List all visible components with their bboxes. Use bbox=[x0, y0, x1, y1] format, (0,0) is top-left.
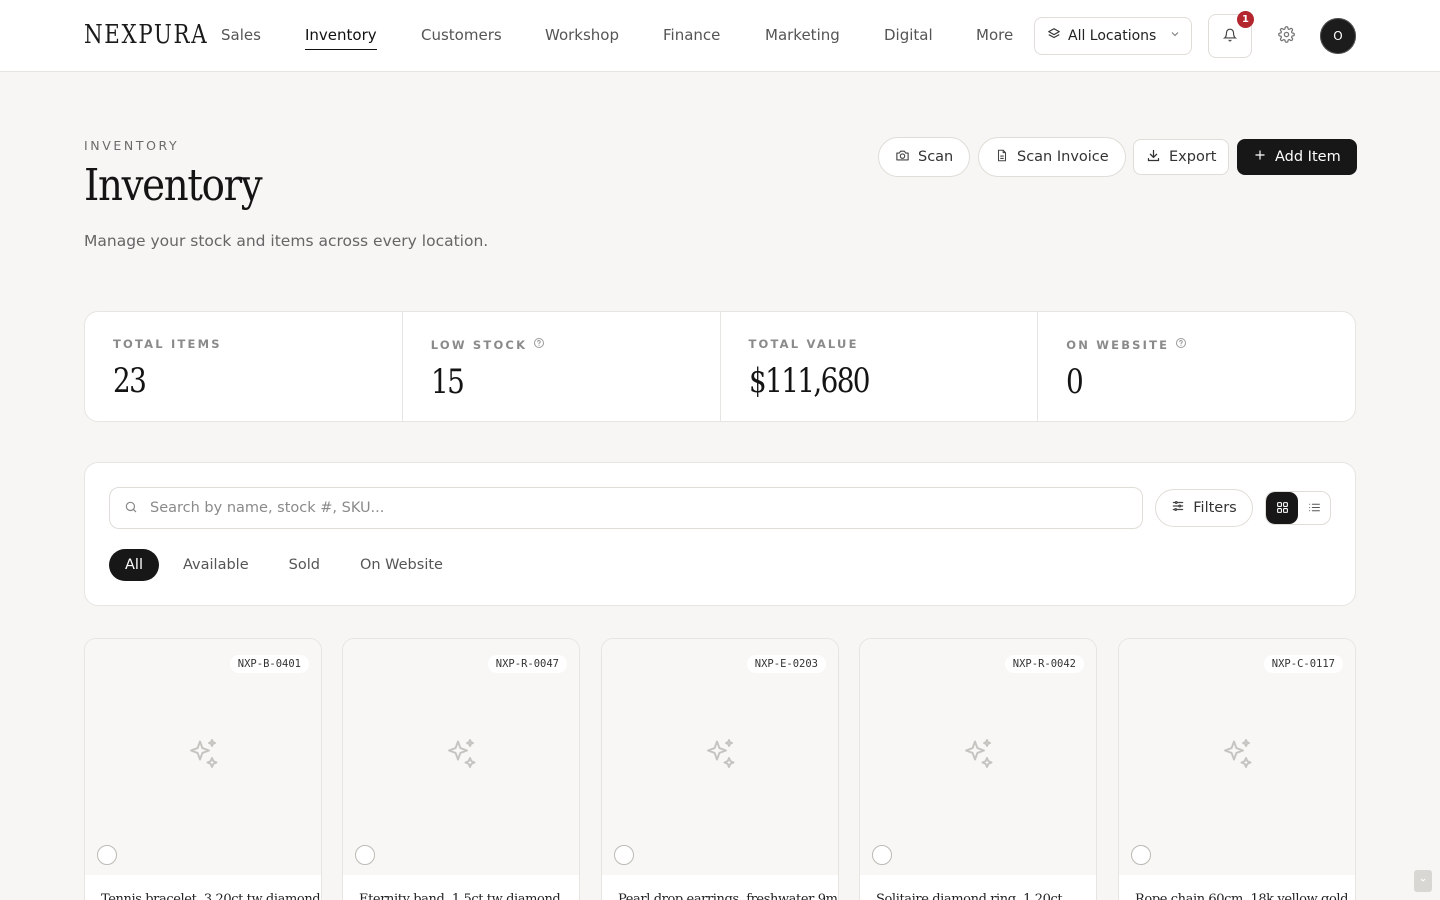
chip-all[interactable]: All bbox=[109, 549, 159, 581]
item-sku: NXP-C-0117 bbox=[1263, 655, 1343, 673]
stat-on-website: ON WEBSITE 0 bbox=[1038, 312, 1355, 421]
sparkles-icon bbox=[185, 737, 221, 777]
scroll-corner-widget[interactable] bbox=[1414, 870, 1432, 892]
scan-invoice-button-label: Scan Invoice bbox=[1017, 149, 1109, 165]
stat-value: 23 bbox=[113, 361, 147, 401]
item-name: Solitaire diamond ring, 1.20ct bbox=[876, 892, 1063, 900]
filters-button-label: Filters bbox=[1193, 500, 1237, 516]
nav-link-customers[interactable]: Customers bbox=[421, 26, 502, 44]
layers-icon bbox=[1047, 27, 1061, 45]
select-checkbox[interactable] bbox=[1131, 845, 1151, 865]
nav-link-finance[interactable]: Finance bbox=[663, 26, 720, 44]
plus-icon bbox=[1253, 148, 1267, 166]
item-card[interactable]: NXP-C-0117 Rope chain 60cm, 18k yellow g… bbox=[1118, 638, 1356, 900]
item-card[interactable]: NXP-B-0401 Tennis bracelet, 3.20ct tw di… bbox=[84, 638, 322, 900]
stat-value: 0 bbox=[1066, 362, 1084, 402]
select-checkbox[interactable] bbox=[614, 845, 634, 865]
chip-available[interactable]: Available bbox=[167, 549, 265, 581]
stats-panel: TOTAL ITEMS 23 LOW STOCK 15 TOTAL VALUE … bbox=[84, 311, 1356, 422]
download-icon bbox=[1146, 148, 1161, 167]
nav-link-sales[interactable]: Sales bbox=[221, 26, 261, 44]
sparkles-icon bbox=[1219, 737, 1255, 777]
nav-link-workshop[interactable]: Workshop bbox=[545, 26, 619, 44]
stat-label: TOTAL VALUE bbox=[748, 337, 859, 351]
bell-icon bbox=[1222, 27, 1238, 46]
item-sku: NXP-E-0203 bbox=[746, 655, 826, 673]
filters-button[interactable]: Filters bbox=[1155, 489, 1253, 527]
sparkles-icon bbox=[960, 737, 996, 777]
chip-sold[interactable]: Sold bbox=[273, 549, 336, 581]
help-circle-icon[interactable] bbox=[533, 337, 545, 352]
notification-badge: 1 bbox=[1237, 11, 1254, 28]
stat-total-items: TOTAL ITEMS 23 bbox=[85, 312, 403, 421]
add-item-button[interactable]: Add Item bbox=[1237, 139, 1357, 175]
nav-link-marketing[interactable]: Marketing bbox=[765, 26, 840, 44]
sliders-icon bbox=[1171, 499, 1185, 517]
chip-on-website[interactable]: On Website bbox=[344, 549, 459, 581]
nav-link-inventory[interactable]: Inventory bbox=[305, 26, 377, 50]
select-checkbox[interactable] bbox=[872, 845, 892, 865]
item-name: Eternity band, 1.5ct tw diamond bbox=[359, 892, 561, 900]
top-nav: NEXPURA Sales Inventory Customers Worksh… bbox=[0, 0, 1440, 72]
file-icon bbox=[995, 148, 1009, 167]
item-name: Pearl drop earrings, freshwater 9mm bbox=[618, 892, 839, 900]
stat-label: ON WEBSITE bbox=[1066, 337, 1170, 352]
list-view-button[interactable] bbox=[1298, 492, 1330, 524]
item-name: Tennis bracelet, 3.20ct tw diamond bbox=[101, 892, 321, 900]
filter-panel: Filters All Available Sold On Website bbox=[84, 462, 1356, 606]
scan-invoice-button[interactable]: Scan Invoice bbox=[978, 137, 1126, 177]
scan-button[interactable]: Scan bbox=[878, 137, 971, 177]
view-toggle bbox=[1265, 491, 1331, 525]
item-card[interactable]: NXP-R-0042 Solitaire diamond ring, 1.20c… bbox=[859, 638, 1097, 900]
stat-label: LOW STOCK bbox=[430, 337, 528, 352]
item-card[interactable]: NXP-R-0047 Eternity band, 1.5ct tw diamo… bbox=[342, 638, 580, 900]
select-checkbox[interactable] bbox=[97, 845, 117, 865]
search-icon bbox=[124, 499, 138, 518]
scan-button-label: Scan bbox=[918, 149, 954, 165]
list-icon bbox=[1308, 499, 1321, 518]
item-card[interactable]: NXP-E-0203 Pearl drop earrings, freshwat… bbox=[601, 638, 839, 900]
status-chips: All Available Sold On Website bbox=[109, 549, 459, 581]
location-selector-label: All Locations bbox=[1068, 28, 1157, 44]
stat-value: 15 bbox=[430, 362, 465, 402]
gear-icon bbox=[1277, 25, 1295, 47]
item-sku: NXP-B-0401 bbox=[229, 655, 309, 673]
stat-total-value: TOTAL VALUE $111,680 bbox=[721, 312, 1039, 421]
help-circle-icon[interactable] bbox=[1175, 337, 1187, 352]
select-checkbox[interactable] bbox=[355, 845, 375, 865]
export-button-label: Export bbox=[1169, 149, 1217, 165]
chevron-down-icon bbox=[1419, 876, 1427, 887]
stat-label: TOTAL ITEMS bbox=[113, 337, 222, 351]
page-title: Inventory bbox=[84, 160, 263, 211]
search-input[interactable] bbox=[150, 500, 1050, 516]
grid-view-button[interactable] bbox=[1266, 492, 1298, 524]
stat-value: $111,680 bbox=[748, 361, 871, 401]
sparkles-icon bbox=[702, 737, 738, 777]
nav-link-more[interactable]: More bbox=[976, 26, 1013, 44]
brand-logo[interactable]: NEXPURA bbox=[84, 20, 208, 50]
notifications-button[interactable]: 1 bbox=[1208, 11, 1254, 58]
stat-low-stock: LOW STOCK 15 bbox=[403, 312, 721, 421]
item-name: Rope chain 60cm, 18k yellow gold bbox=[1135, 892, 1349, 900]
chevron-down-icon bbox=[1169, 28, 1181, 44]
sparkles-icon bbox=[443, 737, 479, 777]
nav-link-digital[interactable]: Digital bbox=[884, 26, 933, 44]
search-box[interactable] bbox=[109, 487, 1143, 529]
camera-icon bbox=[895, 148, 910, 167]
export-button[interactable]: Export bbox=[1133, 139, 1230, 175]
page-subtitle: Manage your stock and items across every… bbox=[84, 232, 489, 250]
add-item-button-label: Add Item bbox=[1275, 149, 1341, 165]
settings-button[interactable] bbox=[1272, 22, 1300, 50]
grid-icon bbox=[1276, 499, 1289, 518]
user-avatar[interactable]: O bbox=[1320, 18, 1356, 54]
item-sku: NXP-R-0047 bbox=[487, 655, 567, 673]
page-eyebrow: INVENTORY bbox=[84, 138, 180, 153]
location-selector[interactable]: All Locations bbox=[1034, 17, 1192, 55]
item-sku: NXP-R-0042 bbox=[1004, 655, 1084, 673]
